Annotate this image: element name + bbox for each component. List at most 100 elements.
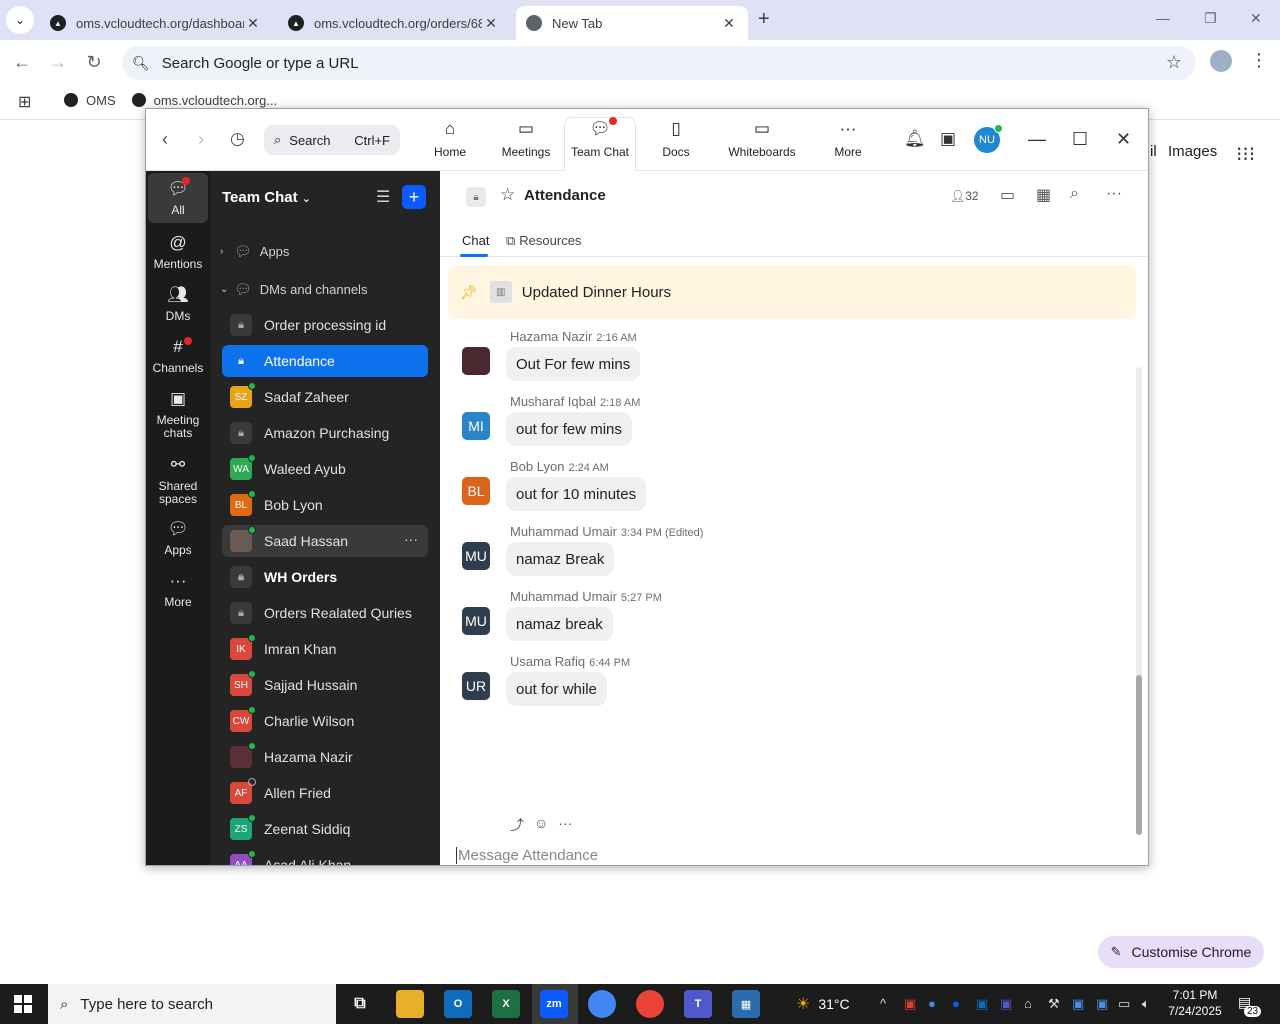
search-icon[interactable]: ⌕ <box>1070 185 1079 203</box>
browser-tab-1[interactable]: ▲ oms.vcloudtech.org/dashboard ✕ <box>40 6 272 40</box>
back-icon[interactable]: ← <box>10 52 34 73</box>
sender-name[interactable]: Muhammad Umair <box>510 524 617 539</box>
images-link[interactable]: Images <box>1168 143 1217 160</box>
message-bubble[interactable]: Out For few mins <box>506 347 641 381</box>
list-item[interactable]: 🔒︎ Orders Realated Quries <box>222 597 428 629</box>
teams-icon[interactable]: T <box>684 990 712 1018</box>
rail-meeting-chats[interactable]: ▣ Meeting chats <box>148 387 208 440</box>
outlook-tray-icon[interactable]: ▣ <box>976 996 988 1012</box>
list-item[interactable]: SZ Sadaf Zaheer <box>222 381 428 413</box>
list-item[interactable]: 🔒︎ Amazon Purchasing <box>222 417 428 449</box>
close-icon[interactable]: ✕ <box>720 15 738 32</box>
close-icon[interactable]: ✕ <box>244 15 262 32</box>
chrome-tray-icon[interactable]: ● <box>928 996 936 1011</box>
taskbar-search[interactable]: ⌕ Type here to search <box>48 984 336 1024</box>
list-title[interactable]: Team Chat ⌄ <box>222 189 311 206</box>
member-count[interactable]: 👤︎32 <box>950 189 979 203</box>
chrome-profile-icon[interactable] <box>636 990 664 1018</box>
display-tray-icon[interactable]: ▭ <box>1118 996 1130 1012</box>
task-view-icon[interactable]: ⧉ <box>346 990 374 1018</box>
message-bubble[interactable]: out for while <box>506 672 607 706</box>
sender-name[interactable]: Usama Rafiq <box>510 654 585 669</box>
teams-tray-icon[interactable]: ▣ <box>1000 996 1012 1012</box>
section-apps[interactable]: › 💬︎ Apps <box>220 243 289 260</box>
message-bubble[interactable]: out for few mins <box>506 412 632 446</box>
message-bubble[interactable]: namaz break <box>506 607 613 641</box>
tools-tray-icon[interactable]: ⚒ <box>1048 996 1060 1012</box>
avatar[interactable]: UR <box>462 672 490 700</box>
rail-shared-spaces[interactable]: ⚯ Shared spaces <box>148 453 208 506</box>
message[interactable]: UR Usama Rafiq 6:44 PM out for while <box>462 654 1062 714</box>
file-explorer-icon[interactable] <box>396 990 424 1018</box>
nav-home[interactable]: ⌂ Home <box>430 117 470 171</box>
reply-icon[interactable]: ⤴ <box>510 815 524 835</box>
pinned-message[interactable]: 📌︎ ▥ Updated Dinner Hours <box>448 265 1136 319</box>
calendar-icon[interactable]: ▦ <box>1036 185 1051 205</box>
reload-icon[interactable]: ↻ <box>82 52 106 73</box>
apps-grid-icon[interactable]: ⊞ <box>18 92 31 112</box>
close-icon[interactable]: ✕ <box>482 15 500 32</box>
avatar[interactable]: MU <box>462 542 490 570</box>
sender-name[interactable]: Muhammad Umair <box>510 589 617 604</box>
volume-icon[interactable]: 🔈︎ <box>1142 996 1150 1012</box>
excel-icon[interactable]: X <box>492 990 520 1018</box>
system-clock[interactable]: 7:01 PM 7/24/2025 <box>1166 987 1224 1019</box>
list-item[interactable]: BL Bob Lyon <box>222 489 428 521</box>
bookmark-oms[interactable]: OMS <box>64 93 116 108</box>
bookmark-oms-vcloudtech[interactable]: oms.vcloudtech.org... <box>131 93 277 108</box>
tab-chat[interactable]: Chat <box>462 233 489 248</box>
sender-name[interactable]: Bob Lyon <box>510 459 564 474</box>
emoji-icon[interactable]: ☺ <box>534 815 548 835</box>
rail-mentions[interactable]: @ Mentions <box>148 231 208 271</box>
address-bar[interactable]: 🔍︎ Search Google or type a URL ☆ <box>122 46 1196 80</box>
zoom-maximize-icon[interactable]: ☐ <box>1072 129 1088 150</box>
channel-title[interactable]: Attendance <box>524 187 606 204</box>
nav-more[interactable]: ··· More <box>830 117 866 171</box>
message[interactable]: MI Musharaf Iqbal 2:18 AM out for few mins <box>462 394 1062 454</box>
profile-avatar[interactable] <box>1210 50 1232 72</box>
minimize-icon[interactable]: — <box>1156 10 1170 26</box>
network-tray-icon[interactable]: ⌂ <box>1024 996 1032 1011</box>
bell-icon[interactable]: 🔔︎ <box>904 129 926 149</box>
tab-resources[interactable]: ⧉ Resources <box>506 233 581 249</box>
browser-tab-2[interactable]: ▲ oms.vcloudtech.org/orders/687 ✕ <box>278 6 510 40</box>
message-input[interactable]: Message Attendance <box>456 847 598 864</box>
gmail-link[interactable]: il <box>1150 143 1157 160</box>
filter-icon[interactable]: ☰ <box>376 187 390 207</box>
calendar-icon[interactable]: ▣ <box>940 129 956 149</box>
zoom-search-input[interactable]: ⌕ Search Ctrl+F <box>264 125 400 155</box>
calculator-icon[interactable]: ▦ <box>732 990 760 1018</box>
acrobat-tray-icon[interactable]: ▣ <box>904 996 916 1012</box>
chrome-icon[interactable] <box>588 990 616 1018</box>
weather-widget[interactable]: ☀ 31°C <box>796 994 850 1014</box>
list-item[interactable]: AA Asad Ali Khan <box>222 849 428 865</box>
section-dms-channels[interactable]: ⌄ 💬︎ DMs and channels <box>220 281 367 298</box>
nav-team-chat[interactable]: 💬︎ Team Chat <box>568 117 632 171</box>
rail-channels[interactable]: # Channels <box>148 335 208 375</box>
zoom-close-icon[interactable]: ✕ <box>1116 129 1131 150</box>
avatar[interactable] <box>462 347 490 375</box>
list-item[interactable]: IK Imran Khan <box>222 633 428 665</box>
message[interactable]: MU Muhammad Umair 3:34 PM (Edited) namaz Br… <box>462 524 1062 584</box>
zoom-forward-icon[interactable]: › <box>198 129 204 150</box>
list-item[interactable]: CW Charlie Wilson <box>222 705 428 737</box>
list-item[interactable]: Hazama Nazir <box>222 741 428 773</box>
list-item[interactable]: WA Waleed Ayub <box>222 453 428 485</box>
message-bubble[interactable]: namaz Break <box>506 542 615 576</box>
sender-name[interactable]: Musharaf Iqbal <box>510 394 596 409</box>
more-icon[interactable]: ··· <box>404 531 418 547</box>
message[interactable]: MU Muhammad Umair 5:27 PM namaz break <box>462 589 1062 649</box>
avatar[interactable]: MI <box>462 412 490 440</box>
bookmark-star-icon[interactable]: ☆ <box>1166 52 1182 73</box>
new-chat-button[interactable]: + <box>402 185 426 209</box>
vpn-tray-icon[interactable]: ▣ <box>1072 996 1084 1012</box>
star-icon[interactable]: ☆ <box>500 185 515 205</box>
close-window-icon[interactable]: ✕ <box>1250 10 1262 27</box>
avatar[interactable]: BL <box>462 477 490 505</box>
list-item[interactable]: SH Sajjad Hussain <box>222 669 428 701</box>
message[interactable]: Hazama Nazir 2:16 AM Out For few mins <box>462 329 1062 389</box>
more-icon[interactable]: ··· <box>1106 185 1122 203</box>
zoom-tray-icon[interactable]: ● <box>952 996 960 1011</box>
message-bubble[interactable]: out for 10 minutes <box>506 477 647 511</box>
zoom-minimize-icon[interactable]: — <box>1028 129 1046 150</box>
